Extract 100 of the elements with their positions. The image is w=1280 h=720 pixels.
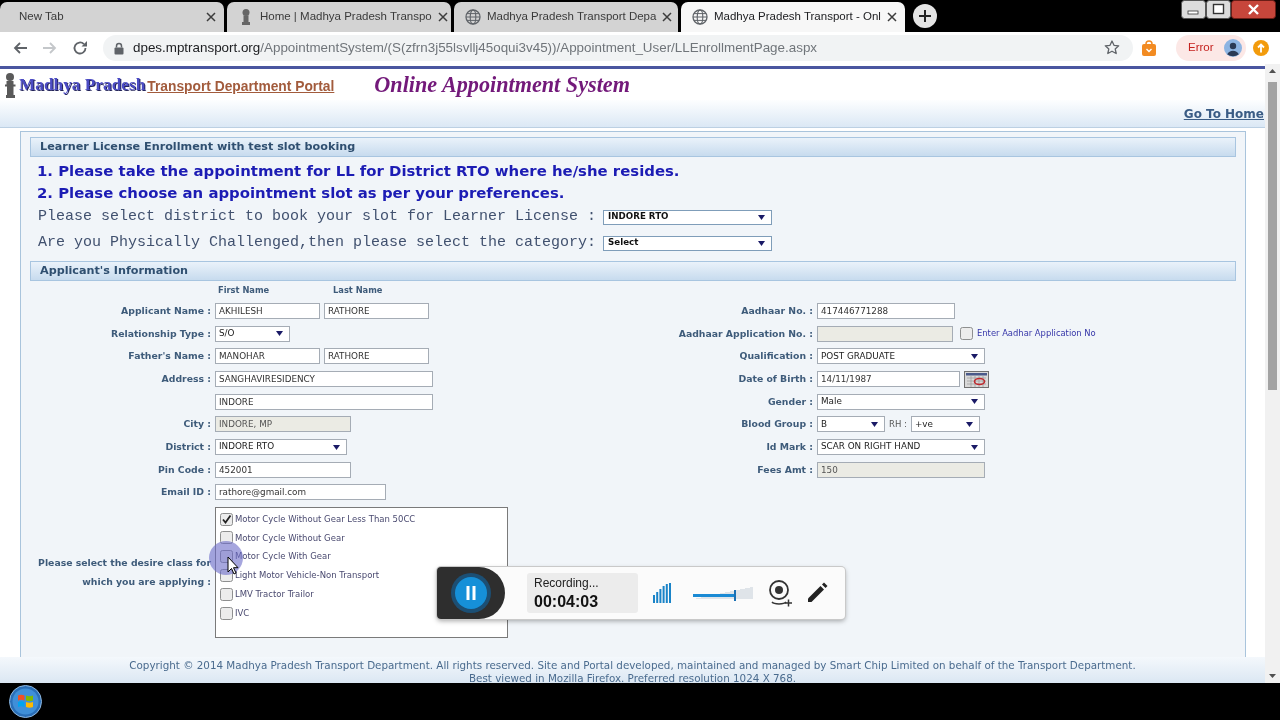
dropdown[interactable]: B: [817, 416, 885, 433]
section-header: Applicant's Information: [30, 261, 1236, 281]
checkbox[interactable]: [220, 550, 233, 564]
column-header: First Name: [218, 285, 270, 296]
caret-icon: [971, 353, 978, 359]
close-icon[interactable]: [1231, 0, 1276, 19]
checkbox-label: Light Motor Vehicle-Non Transport: [235, 569, 380, 582]
plus-icon[interactable]: [913, 4, 937, 28]
input-field[interactable]: RATHORE: [324, 348, 429, 365]
input-field[interactable]: AKHILESH: [215, 302, 320, 319]
pause-button[interactable]: [437, 567, 505, 619]
url-text: dpes.mptransport.org/AppointmentSystem/(S(zfrn3j55lsvllj45oqui3v45))/Appointment_User/LLEnrollmentPage.aspx: [133, 38, 818, 57]
section-header: Learner License Enrollment with test slot booking: [30, 137, 1236, 157]
audio-level-icon: [653, 583, 671, 603]
globe-icon: [692, 9, 708, 25]
field-label: Gender :: [767, 395, 813, 407]
logo-title: Madhya Pradesh: [19, 75, 146, 94]
close-icon[interactable]: [206, 12, 216, 22]
field-label: Father's Name :: [128, 350, 211, 362]
checkbox[interactable]: [220, 569, 233, 583]
input-field[interactable]: SANGHAVIRESIDENCY: [215, 371, 433, 387]
webcam-icon[interactable]: [768, 579, 792, 607]
field-label: City :: [183, 418, 211, 430]
pencil-icon[interactable]: [805, 581, 829, 605]
avatar-icon: [1224, 39, 1242, 57]
field-label: RH :: [889, 418, 907, 431]
field-label: Applicant Name :: [121, 304, 211, 316]
caret-icon: [758, 240, 766, 246]
lock-icon: [114, 41, 124, 55]
footer-text: Copyright © 2014 Madhya Pradesh Transport Department. All rights reserved. Site and Portal developed, maintained and managed by Smart Chip Limited on behalf of the Transport Department.: [129, 659, 1136, 671]
caret-icon: [871, 421, 878, 427]
field-label: District :: [165, 441, 211, 453]
scroll-up-icon[interactable]: [1269, 69, 1276, 73]
logo-subtitle: Transport Department Portal: [147, 80, 335, 94]
field-label: Email ID :: [160, 486, 211, 498]
input-field[interactable]: RATHORE: [324, 302, 429, 319]
minimize-icon[interactable]: [1181, 0, 1206, 19]
close-icon[interactable]: [887, 12, 897, 22]
emblem-icon: [3, 71, 17, 98]
input-field[interactable]: MANOHAR: [215, 348, 320, 365]
dropdown[interactable]: INDORE RTO: [215, 439, 347, 456]
field-label: Pin Code :: [158, 463, 211, 475]
instruction-text: 2. Please choose an appointment slot as per your preferences.: [37, 184, 565, 202]
input-field[interactable]: 452001: [215, 461, 351, 478]
home-link[interactable]: Go To Home: [1183, 104, 1264, 123]
caret-icon: [965, 421, 973, 427]
caret-icon: [276, 331, 283, 337]
dropdown[interactable]: Male: [817, 393, 985, 410]
caret-icon: [333, 444, 340, 450]
checkbox[interactable]: [220, 512, 233, 526]
field-label: Aadhaar No. :: [741, 304, 813, 316]
profile-button[interactable]: Error: [1176, 35, 1246, 61]
checkbox[interactable]: [220, 531, 233, 545]
browser-tab[interactable]: Madhya Pradesh Transport Depa: [454, 2, 678, 32]
globe-icon: [465, 9, 481, 25]
scrollbar-thumb[interactable]: [1268, 82, 1277, 390]
recording-status: Recording...: [534, 576, 600, 590]
input-field[interactable]: rathore@gmail.com: [215, 484, 386, 501]
reload-icon[interactable]: [72, 40, 88, 56]
address-bar[interactable]: dpes.mptransport.org/AppointmentSystem/(S(zfrn3j55lsvllj45oqui3v45))/Appointment_User/LLEnrollmentPage.aspx: [103, 35, 1133, 61]
field-label: Relationship Type :: [111, 327, 211, 339]
dropdown[interactable]: S/O: [215, 325, 290, 342]
browser-tab[interactable]: Madhya Pradesh Transport - Onl: [681, 2, 905, 32]
page-title: Online Appointment System: [374, 70, 630, 99]
question-text: Please select district to book your slot for Learner License :: [38, 206, 597, 227]
maximize-icon[interactable]: [1206, 0, 1231, 19]
field-label: Address :: [161, 373, 211, 385]
checkbox-label: Motor Cycle With Gear: [235, 550, 331, 564]
class-question: Please select the desire class for which you are applying :: [38, 557, 211, 588]
field-label: Aadhaar Application No. :: [678, 327, 813, 339]
close-icon[interactable]: [662, 12, 673, 22]
caret-icon: [971, 444, 978, 450]
caret-icon: [971, 399, 978, 405]
close-icon[interactable]: [437, 12, 448, 22]
checkbox-label: Enter Aadhar Application No: [977, 327, 1096, 340]
dropdown[interactable]: +ve: [910, 416, 980, 433]
input-field[interactable]: 14/11/1987: [817, 371, 960, 387]
input-field[interactable]: INDORE: [215, 393, 433, 410]
dropdown[interactable]: SCAR ON RIGHT HAND: [817, 439, 985, 456]
scroll-down-icon[interactable]: [1269, 674, 1276, 678]
question-text: Are you Physically Challenged,then please select the category:: [38, 232, 597, 253]
dropdown[interactable]: POST GRADUATE: [817, 348, 985, 365]
calendar-icon[interactable]: [964, 370, 989, 388]
checkbox-label: Motor Cycle Without Gear Less Than 50CC: [235, 512, 416, 526]
checkbox[interactable]: [220, 606, 233, 620]
field-label: Date of Birth :: [738, 373, 813, 385]
star-icon[interactable]: [1104, 40, 1120, 56]
browser-tab[interactable]: New Tab: [0, 2, 224, 32]
footer-text: Best viewed in Mozilla Firefox. Preferred resolution 1024 X 768.: [468, 672, 797, 684]
browser-tab[interactable]: Home | Madhya Pradesh Transpo: [227, 2, 451, 32]
checkbox-label: LMV Tractor Trailor: [235, 588, 314, 601]
dropdown[interactable]: Select: [603, 235, 773, 251]
checkbox[interactable]: [220, 587, 233, 601]
dropdown[interactable]: INDORE RTO: [603, 209, 773, 225]
start-orb-icon[interactable]: [9, 685, 42, 718]
field-label: Qualification :: [739, 350, 813, 362]
caret-icon: [758, 214, 766, 220]
checkbox-label: Motor Cycle Without Gear: [235, 531, 345, 545]
back-icon[interactable]: [12, 40, 28, 56]
input-field[interactable]: 417446771288: [817, 302, 955, 319]
